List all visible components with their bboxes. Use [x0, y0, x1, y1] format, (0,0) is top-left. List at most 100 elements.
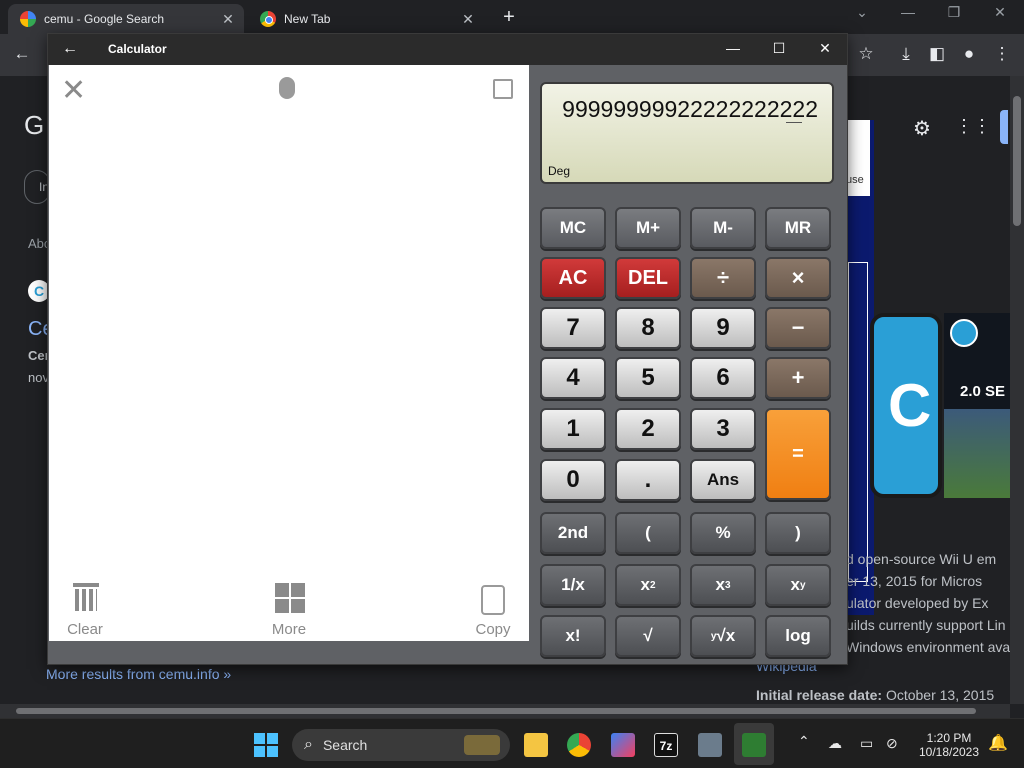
tab-cemu-search[interactable]: cemu - Google Search ✕: [8, 4, 244, 34]
digit-0-button[interactable]: 0: [540, 459, 606, 501]
divide-button[interactable]: ÷: [690, 257, 756, 299]
chevron-up-icon[interactable]: ⌃: [798, 733, 810, 750]
digit-8-button[interactable]: 8: [615, 307, 681, 349]
digit-6-button[interactable]: 6: [690, 357, 756, 399]
more-label[interactable]: More: [249, 621, 329, 638]
digit-3-button[interactable]: 3: [690, 408, 756, 450]
minimize-button[interactable]: —: [888, 4, 928, 20]
memory-subtract-button[interactable]: M-: [690, 207, 756, 249]
all-clear-button[interactable]: AC: [540, 257, 606, 299]
tab-new-tab[interactable]: New Tab ✕: [248, 4, 484, 34]
calculator-taskbar-item[interactable]: [734, 723, 774, 765]
decimal-button[interactable]: .: [615, 459, 681, 501]
notification-bell-icon[interactable]: 🔔: [988, 733, 1008, 753]
trash-icon[interactable]: [73, 583, 99, 613]
square-button[interactable]: x2: [615, 564, 681, 606]
close-window-button[interactable]: ✕: [810, 40, 840, 57]
more-results-link[interactable]: More results from cemu.info »: [46, 666, 231, 682]
add-button[interactable]: +: [765, 357, 831, 399]
panel-line: Windows environment ava: [846, 639, 1011, 655]
multiply-button[interactable]: ×: [765, 257, 831, 299]
store-icon[interactable]: [611, 733, 635, 757]
windows-taskbar: ⌕ Search 7z ⌃ ☁ ▭ ⊘ 1:20 PM 10/18/2023 🔔: [0, 718, 1024, 768]
subtract-button[interactable]: −: [765, 307, 831, 349]
angle-mode: Deg: [548, 164, 571, 178]
scrollbar-thumb[interactable]: [16, 708, 976, 714]
banner-text: 2.0 SE: [960, 383, 1006, 400]
memory-clear-button[interactable]: MC: [540, 207, 606, 249]
digit-1-button[interactable]: 1: [540, 408, 606, 450]
close-tab-icon[interactable]: ✕: [218, 11, 238, 28]
grid-cell: [275, 583, 289, 597]
digit-4-button[interactable]: 4: [540, 357, 606, 399]
new-tab-button[interactable]: +: [498, 6, 520, 29]
log-button[interactable]: log: [765, 615, 831, 657]
close-window-button[interactable]: ✕: [980, 4, 1020, 21]
app-icon[interactable]: [698, 733, 722, 757]
download-icon[interactable]: ⤓: [894, 44, 918, 64]
close-tab-icon[interactable]: ✕: [458, 11, 478, 28]
vertical-scrollbar[interactable]: [1010, 76, 1024, 704]
search-placeholder: Search: [322, 737, 368, 753]
cloud-icon[interactable]: ☁: [828, 735, 842, 752]
side-panel-icon[interactable]: ◧: [925, 44, 949, 64]
digit-2-button[interactable]: 2: [615, 408, 681, 450]
maximize-button[interactable]: ☐: [764, 40, 794, 57]
close-icon[interactable]: ✕: [61, 73, 86, 108]
apps-grid-icon[interactable]: ⋮⋮: [955, 116, 991, 137]
reciprocal-button[interactable]: 1/x: [540, 564, 606, 606]
profile-icon[interactable]: ●: [957, 44, 981, 64]
taskbar-search-box[interactable]: ⌕ Search: [292, 729, 510, 761]
restore-button[interactable]: ❐: [934, 4, 974, 21]
memory-recall-button[interactable]: MR: [765, 207, 831, 249]
nth-root-button[interactable]: y √x: [690, 615, 756, 657]
back-arrow-icon[interactable]: ←: [10, 44, 34, 64]
start-tile: [254, 733, 265, 744]
square-base: x: [640, 575, 650, 594]
7zip-icon[interactable]: 7z: [654, 733, 678, 757]
landscape-image: [944, 409, 1010, 498]
percent-button[interactable]: %: [690, 512, 756, 554]
equals-button[interactable]: =: [765, 408, 831, 500]
file-explorer-icon[interactable]: [524, 733, 548, 757]
cemu-banner-image[interactable]: 2.0 SE: [944, 313, 1010, 498]
right-paren-button[interactable]: ): [765, 512, 831, 554]
microphone-icon[interactable]: [279, 77, 295, 99]
start-icon[interactable]: [254, 733, 278, 757]
horizontal-scrollbar[interactable]: [0, 704, 1010, 718]
cemu-logo-image[interactable]: C: [870, 313, 942, 498]
google-logo: G: [24, 110, 45, 140]
memory-add-button[interactable]: M+: [615, 207, 681, 249]
square-root-button[interactable]: √: [615, 615, 681, 657]
bookmark-star-icon[interactable]: ☆: [854, 44, 878, 64]
clear-label[interactable]: Clear: [45, 621, 125, 638]
factorial-button[interactable]: x!: [540, 615, 606, 657]
menu-kebab-icon[interactable]: ⋮: [990, 44, 1014, 64]
window-icon[interactable]: [493, 79, 513, 99]
copy-label[interactable]: Copy: [453, 621, 533, 638]
power-button[interactable]: xy: [765, 564, 831, 606]
network-icon[interactable]: ▭: [860, 735, 873, 752]
copy-icon[interactable]: [481, 585, 505, 615]
sign-in-button[interactable]: [1000, 110, 1008, 144]
scrollbar-thumb[interactable]: [1013, 96, 1021, 226]
browser-tab-strip: cemu - Google Search ✕ New Tab ✕ + ⌄ — ❐…: [0, 0, 1024, 34]
left-paren-button[interactable]: (: [615, 512, 681, 554]
more-grid-icon[interactable]: [275, 583, 305, 613]
chrome-taskbar-icon[interactable]: [567, 733, 591, 757]
image-frame: [848, 262, 868, 582]
volume-icon[interactable]: ⊘: [886, 735, 898, 752]
answer-button[interactable]: Ans: [690, 459, 756, 501]
back-arrow-icon[interactable]: ←: [62, 40, 78, 58]
clock[interactable]: 1:20 PM 10/18/2023: [914, 731, 984, 759]
digit-7-button[interactable]: 7: [540, 307, 606, 349]
cube-button[interactable]: x3: [690, 564, 756, 606]
delete-button[interactable]: DEL: [615, 257, 681, 299]
digit-9-button[interactable]: 9: [690, 307, 756, 349]
second-function-button[interactable]: 2nd: [540, 512, 606, 554]
digit-5-button[interactable]: 5: [615, 357, 681, 399]
gear-icon[interactable]: ⚙: [910, 116, 934, 141]
tab-search-icon[interactable]: ⌄: [842, 4, 882, 21]
start-tile: [267, 746, 278, 757]
minimize-button[interactable]: —: [718, 40, 748, 56]
